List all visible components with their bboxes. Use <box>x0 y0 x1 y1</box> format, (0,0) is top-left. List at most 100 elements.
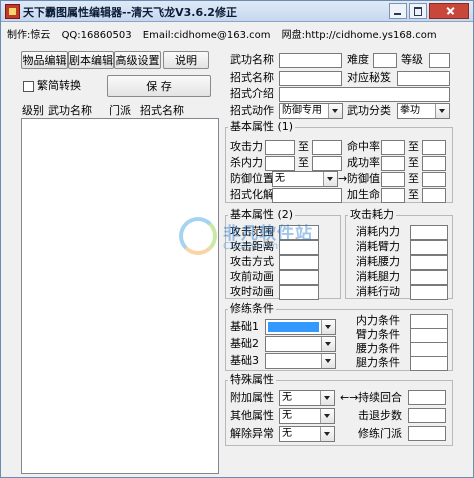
list-header: 级别 武功名称 门派 招式名称 <box>22 104 220 118</box>
defense-min-input[interactable] <box>381 172 405 187</box>
defense-pos-select[interactable]: 无 <box>272 171 338 187</box>
save-button[interactable]: 保 存 <box>107 75 211 97</box>
defense-max-input[interactable] <box>422 172 446 187</box>
base3-select[interactable] <box>265 353 336 369</box>
cure-value: 无 <box>282 428 292 439</box>
hit-rate-min-input[interactable] <box>381 140 405 155</box>
duration-arrow-label: ←→ <box>340 391 359 404</box>
close-icon[interactable] <box>429 3 469 19</box>
other-attr-value: 无 <box>282 410 292 421</box>
help-button[interactable]: 说明 <box>163 51 209 69</box>
train-title: 修练条件 <box>228 302 276 315</box>
success-rate-label: 成功率 <box>347 156 380 169</box>
cost-neili-input[interactable] <box>410 225 448 240</box>
kill-neili-max-input[interactable] <box>312 156 342 171</box>
hit-rate-max-input[interactable] <box>422 140 446 155</box>
hit-rate-to-label: 至 <box>408 140 419 153</box>
counter-skill-input[interactable] <box>397 71 450 86</box>
knockback-label: 击退步数 <box>358 409 402 422</box>
move-resolve-label: 招式化解 <box>230 188 274 201</box>
leg-cond-input[interactable] <box>410 356 448 371</box>
chevron-down-icon[interactable] <box>320 409 334 423</box>
waist-cond-input[interactable] <box>410 342 448 357</box>
item-edit-button[interactable]: 物品编辑 <box>21 51 68 69</box>
add-life-to-label: 至 <box>408 188 419 201</box>
script-edit-button[interactable]: 剧本编辑 <box>68 51 114 69</box>
column-move-name[interactable]: 招式名称 <box>140 104 184 118</box>
traditional-checkbox[interactable] <box>23 81 34 92</box>
chevron-down-icon[interactable] <box>328 104 342 118</box>
chevron-down-icon[interactable] <box>323 172 337 186</box>
column-level[interactable]: 级别 <box>22 104 44 118</box>
skill-class-select[interactable]: 拳功 <box>397 103 450 119</box>
add-life-max-input[interactable] <box>422 188 446 203</box>
column-skill-name[interactable]: 武功名称 <box>48 104 92 118</box>
chevron-down-icon[interactable] <box>320 391 334 405</box>
kill-neili-min-input[interactable] <box>265 156 295 171</box>
waist-cond-label: 腰力条件 <box>356 342 400 355</box>
chevron-down-icon[interactable] <box>435 104 449 118</box>
leg-cond-label: 腿力条件 <box>356 356 400 369</box>
kill-to-label: 至 <box>298 156 309 169</box>
attack-min-input[interactable] <box>265 140 295 155</box>
cost-arm-input[interactable] <box>410 240 448 255</box>
skill-name-input[interactable] <box>279 53 342 68</box>
neili-cond-input[interactable] <box>410 314 448 329</box>
defense-to-label: 至 <box>408 172 419 185</box>
front-anim-input[interactable] <box>279 270 319 285</box>
cure-label: 解除异常 <box>230 427 274 440</box>
success-rate-min-input[interactable] <box>381 156 405 171</box>
column-sect[interactable]: 门派 <box>109 104 131 118</box>
website-label: 网盘:http://cidhome.ys168.com <box>281 30 437 41</box>
extra-attr-value: 无 <box>282 392 292 403</box>
move-name-input[interactable] <box>279 71 342 86</box>
knockback-input[interactable] <box>408 408 446 423</box>
title-bar[interactable]: 天下霸图属性编辑器--清天飞龙V3.6.2修正 <box>1 1 473 22</box>
cost-arm-label: 消耗臂力 <box>356 240 400 253</box>
success-rate-max-input[interactable] <box>422 156 446 171</box>
info-bar: 制作:惊云 QQ:16860503 Email:cidhome@163.com … <box>7 26 445 41</box>
advanced-settings-button[interactable]: 高级设置 <box>114 51 161 69</box>
cost-waist-label: 消耗腰力 <box>356 255 400 268</box>
chevron-down-icon[interactable] <box>321 337 335 351</box>
move-intro-input[interactable] <box>279 87 450 102</box>
front-anim-label: 攻前动画 <box>230 270 274 283</box>
base1-select[interactable] <box>265 319 336 335</box>
chevron-down-icon[interactable] <box>320 427 334 441</box>
skill-name-label: 武功名称 <box>230 53 274 66</box>
minimize-icon[interactable] <box>389 3 407 19</box>
move-name-label: 招式名称 <box>230 71 274 84</box>
cost-leg-input[interactable] <box>410 270 448 285</box>
cost-action-label: 消耗行动 <box>356 285 400 298</box>
attack-cost-title: 攻击耗力 <box>348 208 396 221</box>
move-action-select[interactable]: 防御专用 <box>279 103 343 119</box>
attack-max-input[interactable] <box>312 140 342 155</box>
counter-skill-label: 对应秘笈 <box>347 71 391 84</box>
cure-select[interactable]: 无 <box>279 426 335 442</box>
cost-waist-input[interactable] <box>410 255 448 270</box>
level-input[interactable] <box>429 53 450 68</box>
difficulty-input[interactable] <box>373 53 397 68</box>
arm-cond-input[interactable] <box>410 328 448 343</box>
other-attr-select[interactable]: 无 <box>279 408 335 424</box>
maximize-icon[interactable] <box>409 3 427 19</box>
hit-anim-input[interactable] <box>279 285 319 300</box>
other-attr-label: 其他属性 <box>230 409 274 422</box>
hit-rate-label: 命中率 <box>347 140 380 153</box>
move-action-value: 防御专用 <box>282 105 322 116</box>
chevron-down-icon[interactable] <box>321 354 335 368</box>
extra-attr-select[interactable]: 无 <box>279 390 335 406</box>
sect-input[interactable] <box>408 426 446 441</box>
cost-action-input[interactable] <box>410 285 448 300</box>
success-to-label: 至 <box>408 156 419 169</box>
skill-list[interactable] <box>21 118 219 474</box>
add-life-label: 加生命 <box>347 188 380 201</box>
chevron-down-icon[interactable] <box>321 320 335 334</box>
base2-select[interactable] <box>265 336 336 352</box>
duration-input[interactable] <box>408 390 446 405</box>
window-title: 天下霸图属性编辑器--清天飞龙V3.6.2修正 <box>23 6 237 19</box>
move-resolve-input[interactable] <box>272 188 342 203</box>
author-label: 制作:惊云 <box>7 30 51 41</box>
add-life-min-input[interactable] <box>381 188 405 203</box>
base1-label: 基础1 <box>230 320 259 333</box>
